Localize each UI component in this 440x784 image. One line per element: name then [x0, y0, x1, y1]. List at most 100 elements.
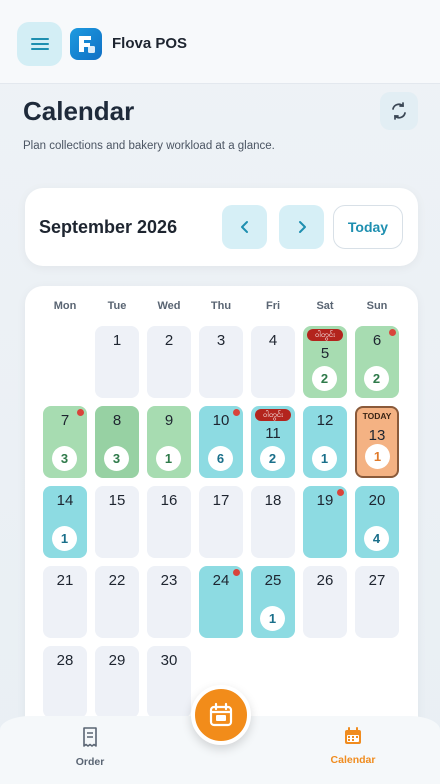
calendar-day[interactable]: 18	[251, 486, 295, 558]
day-number: 30	[160, 652, 178, 669]
weekday-label: Sat	[316, 300, 334, 312]
calendar-day[interactable]: 62	[355, 326, 399, 398]
day-number: 29	[108, 652, 126, 669]
day-number: 21	[56, 572, 74, 589]
month-label: September 2026	[39, 217, 178, 237]
alert-dot	[337, 489, 344, 496]
calendar-day[interactable]: 22	[95, 566, 139, 638]
month-selector: September 2026 Today	[25, 188, 418, 266]
calendar-day[interactable]: 2	[147, 326, 191, 398]
menu-button[interactable]	[17, 22, 62, 66]
day-number: 4	[268, 332, 278, 349]
day-number: 11	[265, 425, 281, 442]
day-number: 12	[316, 412, 334, 429]
day-number: 16	[160, 492, 178, 509]
day-number: 22	[108, 572, 126, 589]
order-count-badge: 1	[312, 446, 337, 471]
day-number: 18	[264, 492, 282, 509]
calendar-day[interactable]: 73	[43, 406, 87, 478]
today-tag: TODAY	[362, 411, 392, 421]
nav-order[interactable]: Order	[45, 726, 135, 768]
day-number: 23	[160, 572, 178, 589]
order-count-badge: 3	[52, 446, 77, 471]
nav-calendar-label: Calendar	[330, 754, 376, 766]
page-title: Calendar	[23, 96, 135, 126]
calendar-day[interactable]: 12 1	[303, 406, 347, 478]
chevron-right-icon	[298, 221, 306, 233]
calendar-day[interactable]: 83	[95, 406, 139, 478]
hamburger-icon	[30, 38, 49, 50]
weekday-label: Mon	[53, 300, 77, 312]
day-number: 9	[164, 412, 174, 429]
weekday-label: Wed	[157, 300, 181, 312]
calendar-day[interactable]: 14 1	[43, 486, 87, 558]
alert-dot	[389, 329, 396, 336]
calendar-day[interactable]: 17	[199, 486, 243, 558]
calendar-day[interactable]: TODAY 13 1	[355, 406, 399, 478]
order-count-badge: 3	[104, 446, 129, 471]
calendar-day[interactable]: 27	[355, 566, 399, 638]
calendar-day[interactable]: 20 4	[355, 486, 399, 558]
calendar-day[interactable]: 28	[43, 646, 87, 718]
day-number: 27	[368, 572, 386, 589]
calendar-day[interactable]: 30	[147, 646, 191, 718]
event-badge: ဝါတွင်း	[255, 409, 291, 421]
calendar-day[interactable]: 23	[147, 566, 191, 638]
next-month-button[interactable]	[279, 205, 324, 249]
alert-dot	[77, 409, 84, 416]
calendar-fab-button[interactable]	[191, 685, 251, 745]
calendar-day[interactable]: 21	[43, 566, 87, 638]
app-header: Flova POS	[0, 0, 440, 84]
order-count-badge: 2	[260, 446, 285, 471]
app-name: Flova POS	[112, 35, 188, 52]
weekday-label: Fri	[265, 300, 281, 312]
alert-dot	[233, 569, 240, 576]
nav-order-label: Order	[75, 756, 105, 768]
event-badge: ဝါတွင်း	[307, 329, 343, 341]
calendar-day[interactable]: ဝါတွင်း 11 2	[251, 406, 295, 478]
weekday-label: Thu	[210, 300, 232, 312]
calendar-day[interactable]: 3	[199, 326, 243, 398]
receipt-icon	[83, 727, 97, 747]
calendar-icon	[209, 702, 233, 727]
alert-dot	[233, 409, 240, 416]
calendar-day[interactable]: 15	[95, 486, 139, 558]
app-logo	[70, 28, 102, 60]
order-count-badge: 1	[365, 444, 390, 469]
day-number: 20	[368, 492, 386, 509]
calendar-day[interactable]: ဝါတွင်း 5 2	[303, 326, 347, 398]
calendar-day[interactable]: 24	[199, 566, 243, 638]
order-count-badge: 4	[364, 526, 389, 551]
day-number: 3	[216, 332, 226, 349]
order-count-badge: 1	[52, 526, 77, 551]
today-button[interactable]: Today	[333, 205, 403, 249]
day-number: 8	[112, 412, 122, 429]
weekday-label: Tue	[107, 300, 127, 312]
calendar-icon	[345, 727, 361, 744]
calendar-day[interactable]: 16	[147, 486, 191, 558]
calendar-day[interactable]: 1	[95, 326, 139, 398]
order-count-badge: 1	[156, 446, 181, 471]
nav-calendar[interactable]: Calendar	[308, 726, 398, 766]
day-number: 14	[56, 492, 74, 509]
calendar-day[interactable]: 29	[95, 646, 139, 718]
day-number: 2	[164, 332, 174, 349]
weekday-label: Sun	[366, 300, 388, 312]
day-number: 15	[108, 492, 126, 509]
calendar-day[interactable]: 26	[303, 566, 347, 638]
order-count-badge: 2	[364, 366, 389, 391]
calendar-day[interactable]: 10 6	[199, 406, 243, 478]
calendar-day[interactable]: 19	[303, 486, 347, 558]
page-subtitle: Plan collections and bakery workload at …	[23, 140, 275, 152]
day-number: 13	[368, 427, 386, 444]
prev-month-button[interactable]	[222, 205, 267, 249]
day-number: 26	[316, 572, 334, 589]
day-number: 28	[56, 652, 74, 669]
day-number: 1	[112, 332, 122, 349]
calendar-day[interactable]: 25 1	[251, 566, 295, 638]
sync-button[interactable]	[380, 92, 418, 130]
calendar-day[interactable]: 91	[147, 406, 191, 478]
sync-icon	[392, 102, 406, 120]
day-number: 5	[320, 345, 330, 362]
calendar-day[interactable]: 4	[251, 326, 295, 398]
